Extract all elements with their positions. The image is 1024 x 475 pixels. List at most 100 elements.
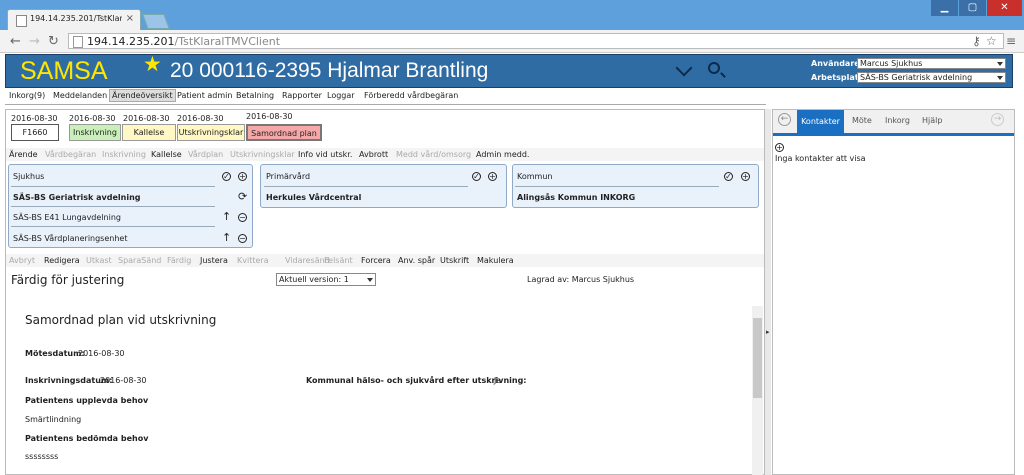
action-info-vid-utskr[interactable]: Info vid utskr. bbox=[298, 150, 352, 159]
menu-patient-admin[interactable]: Patient admin bbox=[175, 90, 234, 101]
arrow-up-icon[interactable]: ↑ bbox=[222, 211, 231, 222]
tab-kontakter[interactable]: Kontakter bbox=[797, 110, 844, 134]
empty-contacts-text: Inga kontakter att visa bbox=[775, 154, 866, 163]
menu-rapporter[interactable]: Rapporter bbox=[280, 90, 324, 101]
sjukhus-title: Sjukhus bbox=[13, 172, 45, 181]
action-forcera[interactable]: Forcera bbox=[361, 256, 391, 265]
version-value: Aktuell version: 1 bbox=[279, 275, 349, 284]
action-vardbegaran[interactable]: Vårdbegäran bbox=[45, 150, 96, 159]
case-date: 2016-08-30 bbox=[11, 114, 58, 123]
refresh-icon[interactable]: ⟳ bbox=[238, 190, 247, 203]
kommun-unit: Alingsås Kommun INKORG bbox=[517, 193, 636, 202]
case-id-badge[interactable]: F1660 bbox=[11, 124, 59, 141]
expand-arrow-icon[interactable]: ▸ bbox=[766, 328, 770, 336]
check-circle-icon[interactable]: ✓ bbox=[724, 172, 733, 181]
check-circle-icon[interactable]: ✓ bbox=[222, 172, 231, 181]
reload-icon[interactable]: ↻ bbox=[48, 34, 59, 49]
document-status: Färdig för justering bbox=[11, 273, 125, 287]
close-tab-icon[interactable]: × bbox=[126, 13, 134, 24]
plus-circle-icon[interactable]: + bbox=[488, 172, 497, 181]
arrow-right-icon[interactable]: → bbox=[991, 113, 1004, 126]
action-sparasand[interactable]: SparaSänd bbox=[118, 256, 161, 265]
menu-forberedd-vardbegaran[interactable]: Förberedd vårdbegäran bbox=[362, 90, 460, 101]
favorite-star-icon[interactable]: ★ bbox=[143, 52, 162, 76]
browser-tab[interactable]: 194.14.235.201/TstKlaralT × bbox=[7, 9, 141, 30]
workplace-select[interactable]: SÄS-BS Geriatrisk avdelning bbox=[857, 72, 1006, 83]
minus-circle-icon[interactable]: − bbox=[238, 234, 247, 243]
action-redigera[interactable]: Redigera bbox=[44, 256, 80, 265]
action-inskrivning[interactable]: Inskrivning bbox=[102, 150, 146, 159]
side-panel bbox=[772, 109, 1015, 475]
step-date: 2016-08-30 bbox=[246, 112, 293, 121]
action-utkast[interactable]: Utkast bbox=[86, 256, 112, 265]
action-kallelse[interactable]: Kallelse bbox=[151, 150, 182, 159]
menu-inkorg[interactable]: Inkorg(9) bbox=[7, 90, 47, 101]
action-makulera[interactable]: Makulera bbox=[477, 256, 514, 265]
dropdown-arrow-icon bbox=[997, 76, 1003, 80]
action-admin-medd[interactable]: Admin medd. bbox=[476, 150, 529, 159]
document-title: Samordnad plan vid utskrivning bbox=[25, 313, 217, 327]
perceived-needs-label: Patientens upplevda behov bbox=[25, 396, 149, 405]
action-medd-vard-omsorg[interactable]: Medd vård/omsorg bbox=[396, 150, 471, 159]
menu-loggar[interactable]: Loggar bbox=[325, 90, 357, 101]
action-justera[interactable]: Justera bbox=[200, 256, 228, 265]
menu-betalning[interactable]: Betalning bbox=[234, 90, 276, 101]
dropdown-arrow-icon bbox=[367, 278, 373, 282]
step-inskrivning[interactable]: Inskrivning bbox=[69, 124, 121, 141]
back-icon[interactable]: ← bbox=[10, 34, 21, 49]
action-felsant[interactable]: Felsänt bbox=[324, 256, 353, 265]
search-icon[interactable] bbox=[708, 62, 720, 74]
version-select[interactable]: Aktuell version: 1 bbox=[276, 273, 376, 286]
step-kallelse[interactable]: Kallelse bbox=[122, 124, 176, 141]
bookmark-star-icon[interactable]: ☆ bbox=[986, 34, 997, 48]
tab-mote[interactable]: Möte bbox=[852, 116, 872, 125]
menu-meddelanden[interactable]: Meddelanden bbox=[51, 90, 109, 101]
check-circle-icon[interactable]: ✓ bbox=[472, 172, 481, 181]
url-path: /TstKlaralTMVClient bbox=[174, 35, 281, 48]
user-value: Marcus Sjukhus bbox=[860, 59, 923, 68]
key-icon[interactable]: ⚷ bbox=[972, 34, 981, 48]
step-date: 2016-08-30 bbox=[69, 114, 116, 123]
action-fardig[interactable]: Färdig bbox=[167, 256, 191, 265]
divider bbox=[11, 226, 215, 227]
assessed-needs-label: Patientens bedömda behov bbox=[25, 434, 149, 443]
url-bar[interactable]: 194.14.235.201/TstKlaralTMVClient bbox=[68, 33, 1004, 49]
tab-inkorg[interactable]: Inkorg bbox=[885, 116, 910, 125]
action-avbryt[interactable]: Avbryt bbox=[9, 256, 35, 265]
primarvard-unit: Herkules Vårdcentral bbox=[266, 193, 362, 202]
tab-hjalp[interactable]: Hjälp bbox=[922, 116, 942, 125]
url-host: 194.14.235.201 bbox=[87, 35, 175, 48]
arrow-left-icon[interactable]: ← bbox=[778, 113, 791, 126]
patient-title: 20 000116-2395 Hjalmar Brantling bbox=[170, 59, 489, 82]
close-window-icon[interactable]: ✕ bbox=[987, 0, 1022, 16]
action-utskrivningsklar[interactable]: Utskrivningsklar bbox=[230, 150, 295, 159]
plus-circle-icon[interactable]: + bbox=[238, 172, 247, 181]
plus-circle-icon[interactable]: + bbox=[741, 172, 750, 181]
scrollbar-thumb[interactable] bbox=[753, 318, 762, 398]
forward-icon[interactable]: → bbox=[29, 34, 40, 49]
plus-circle-icon[interactable]: + bbox=[775, 143, 784, 152]
action-utskrift[interactable]: Utskrift bbox=[440, 256, 469, 265]
action-kvittera[interactable]: Kvittera bbox=[237, 256, 269, 265]
action-arende[interactable]: Ärende bbox=[9, 150, 38, 159]
step-date: 2016-08-30 bbox=[177, 114, 224, 123]
minimize-icon[interactable]: ▁ bbox=[931, 0, 958, 16]
divider bbox=[11, 206, 215, 207]
kommun-title: Kommun bbox=[517, 172, 553, 181]
action-anv-spar[interactable]: Anv. spår bbox=[398, 256, 435, 265]
divider bbox=[11, 186, 215, 187]
menu-icon[interactable]: ≡ bbox=[1006, 34, 1016, 48]
minus-circle-icon[interactable]: − bbox=[238, 213, 247, 222]
sjukhus-unit: SÄS-BS Geriatrisk avdelning bbox=[13, 193, 141, 202]
action-avbrott[interactable]: Avbrott bbox=[359, 150, 388, 159]
tab-title: 194.14.235.201/TstKlaralT bbox=[30, 14, 122, 23]
maximize-icon[interactable]: ▢ bbox=[959, 0, 986, 16]
user-select[interactable]: Marcus Sjukhus bbox=[857, 58, 1006, 69]
step-samordnad-plan[interactable]: Samordnad plan bbox=[246, 124, 322, 141]
action-vardplan[interactable]: Vårdplan bbox=[188, 150, 223, 159]
admission-date-value: 2016-08-30 bbox=[100, 376, 147, 385]
step-utskrivningsklar[interactable]: Utskrivningsklar bbox=[177, 124, 245, 141]
menu-arendeoversikt[interactable]: Ärendeöversikt bbox=[109, 89, 176, 102]
arrow-up-icon[interactable]: ↑ bbox=[222, 232, 231, 243]
panel-splitter[interactable] bbox=[765, 109, 771, 475]
